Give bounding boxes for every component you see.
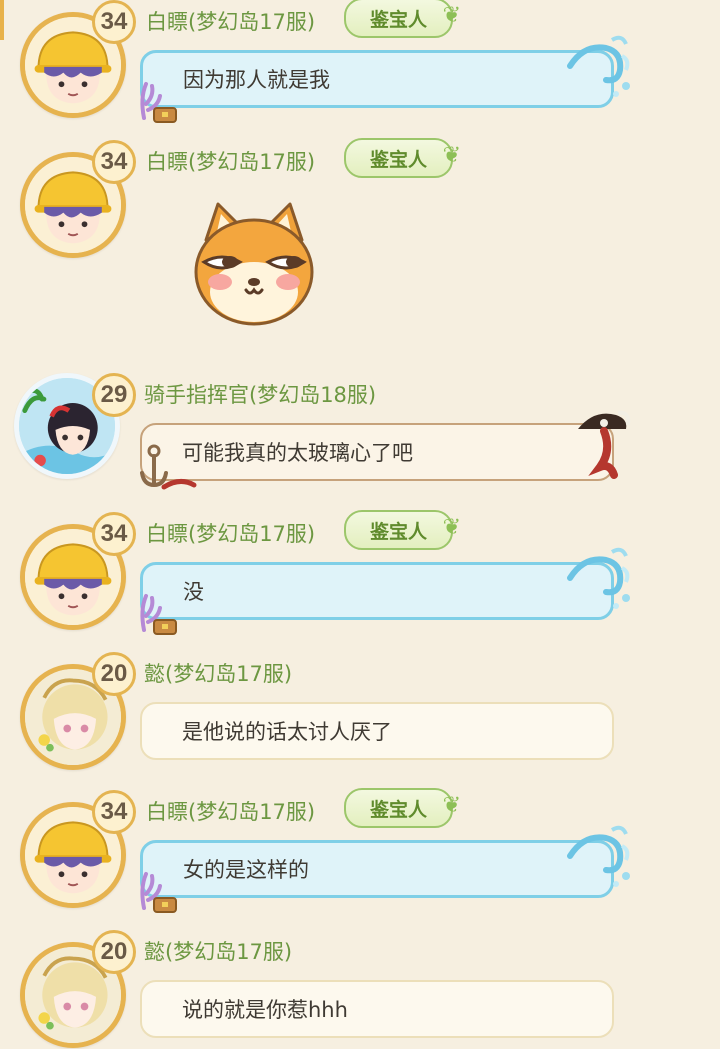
title-badge: 鉴宝人 ❦ <box>344 138 461 178</box>
username[interactable]: 白瞟(梦幻岛17服) <box>146 6 315 36</box>
coral-treasure-icon <box>136 590 180 638</box>
username[interactable]: 懿(梦幻岛17服) <box>144 936 292 966</box>
wave-splash-icon <box>566 542 636 614</box>
message-bubble[interactable]: 女的是这样的 <box>140 840 614 898</box>
shiba-dog-face-sticker-icon[interactable] <box>188 196 320 328</box>
coral-treasure-icon <box>136 78 180 126</box>
title-badge-label: 鉴宝人 <box>370 520 428 543</box>
level-badge: 20 <box>92 930 136 974</box>
anchor-icon <box>134 443 198 493</box>
title-badge-label: 鉴宝人 <box>370 798 428 821</box>
title-badge-label: 鉴宝人 <box>370 8 428 31</box>
title-badge-label: 鉴宝人 <box>370 148 428 171</box>
level-badge: 34 <box>92 140 136 184</box>
level-badge: 34 <box>92 512 136 556</box>
username[interactable]: 骑手指挥官(梦幻岛18服) <box>144 379 376 409</box>
message-bubble[interactable]: 因为那人就是我 <box>140 50 614 108</box>
message-bubble[interactable]: 说的就是你惹hhh <box>140 980 614 1038</box>
level-badge: 34 <box>92 0 136 44</box>
message-text: 说的就是你惹hhh <box>182 998 348 1022</box>
title-badge: 鉴宝人 ❦ <box>344 788 461 828</box>
message-text: 是他说的话太讨人厌了 <box>182 720 392 744</box>
message-bubble[interactable]: 没 <box>140 562 614 620</box>
message-text: 没 <box>183 580 204 604</box>
message-text: 因为那人就是我 <box>183 68 330 92</box>
leaf-icon: ❦ <box>442 143 462 168</box>
left-edge-marker <box>0 0 4 40</box>
level-badge: 29 <box>92 373 136 417</box>
wave-splash-icon <box>566 820 636 892</box>
message-bubble[interactable]: 可能我真的太玻璃心了吧 <box>140 423 614 481</box>
level-badge: 20 <box>92 652 136 696</box>
pirate-hat-icon <box>574 407 632 479</box>
message-text: 可能我真的太玻璃心了吧 <box>182 441 413 465</box>
leaf-icon: ❦ <box>442 515 462 540</box>
username[interactable]: 白瞟(梦幻岛17服) <box>146 518 315 548</box>
username[interactable]: 懿(梦幻岛17服) <box>144 658 292 688</box>
title-badge: 鉴宝人 ❦ <box>344 510 461 550</box>
title-badge: 鉴宝人 ❦ <box>344 0 461 38</box>
username[interactable]: 白瞟(梦幻岛17服) <box>146 146 315 176</box>
leaf-icon: ❦ <box>442 793 462 818</box>
coral-treasure-icon <box>136 868 180 916</box>
message-bubble[interactable]: 是他说的话太讨人厌了 <box>140 702 614 760</box>
wave-splash-icon <box>566 30 636 102</box>
level-badge: 34 <box>92 790 136 834</box>
leaf-icon: ❦ <box>442 3 462 28</box>
username[interactable]: 白瞟(梦幻岛17服) <box>146 796 315 826</box>
message-text: 女的是这样的 <box>183 858 309 882</box>
